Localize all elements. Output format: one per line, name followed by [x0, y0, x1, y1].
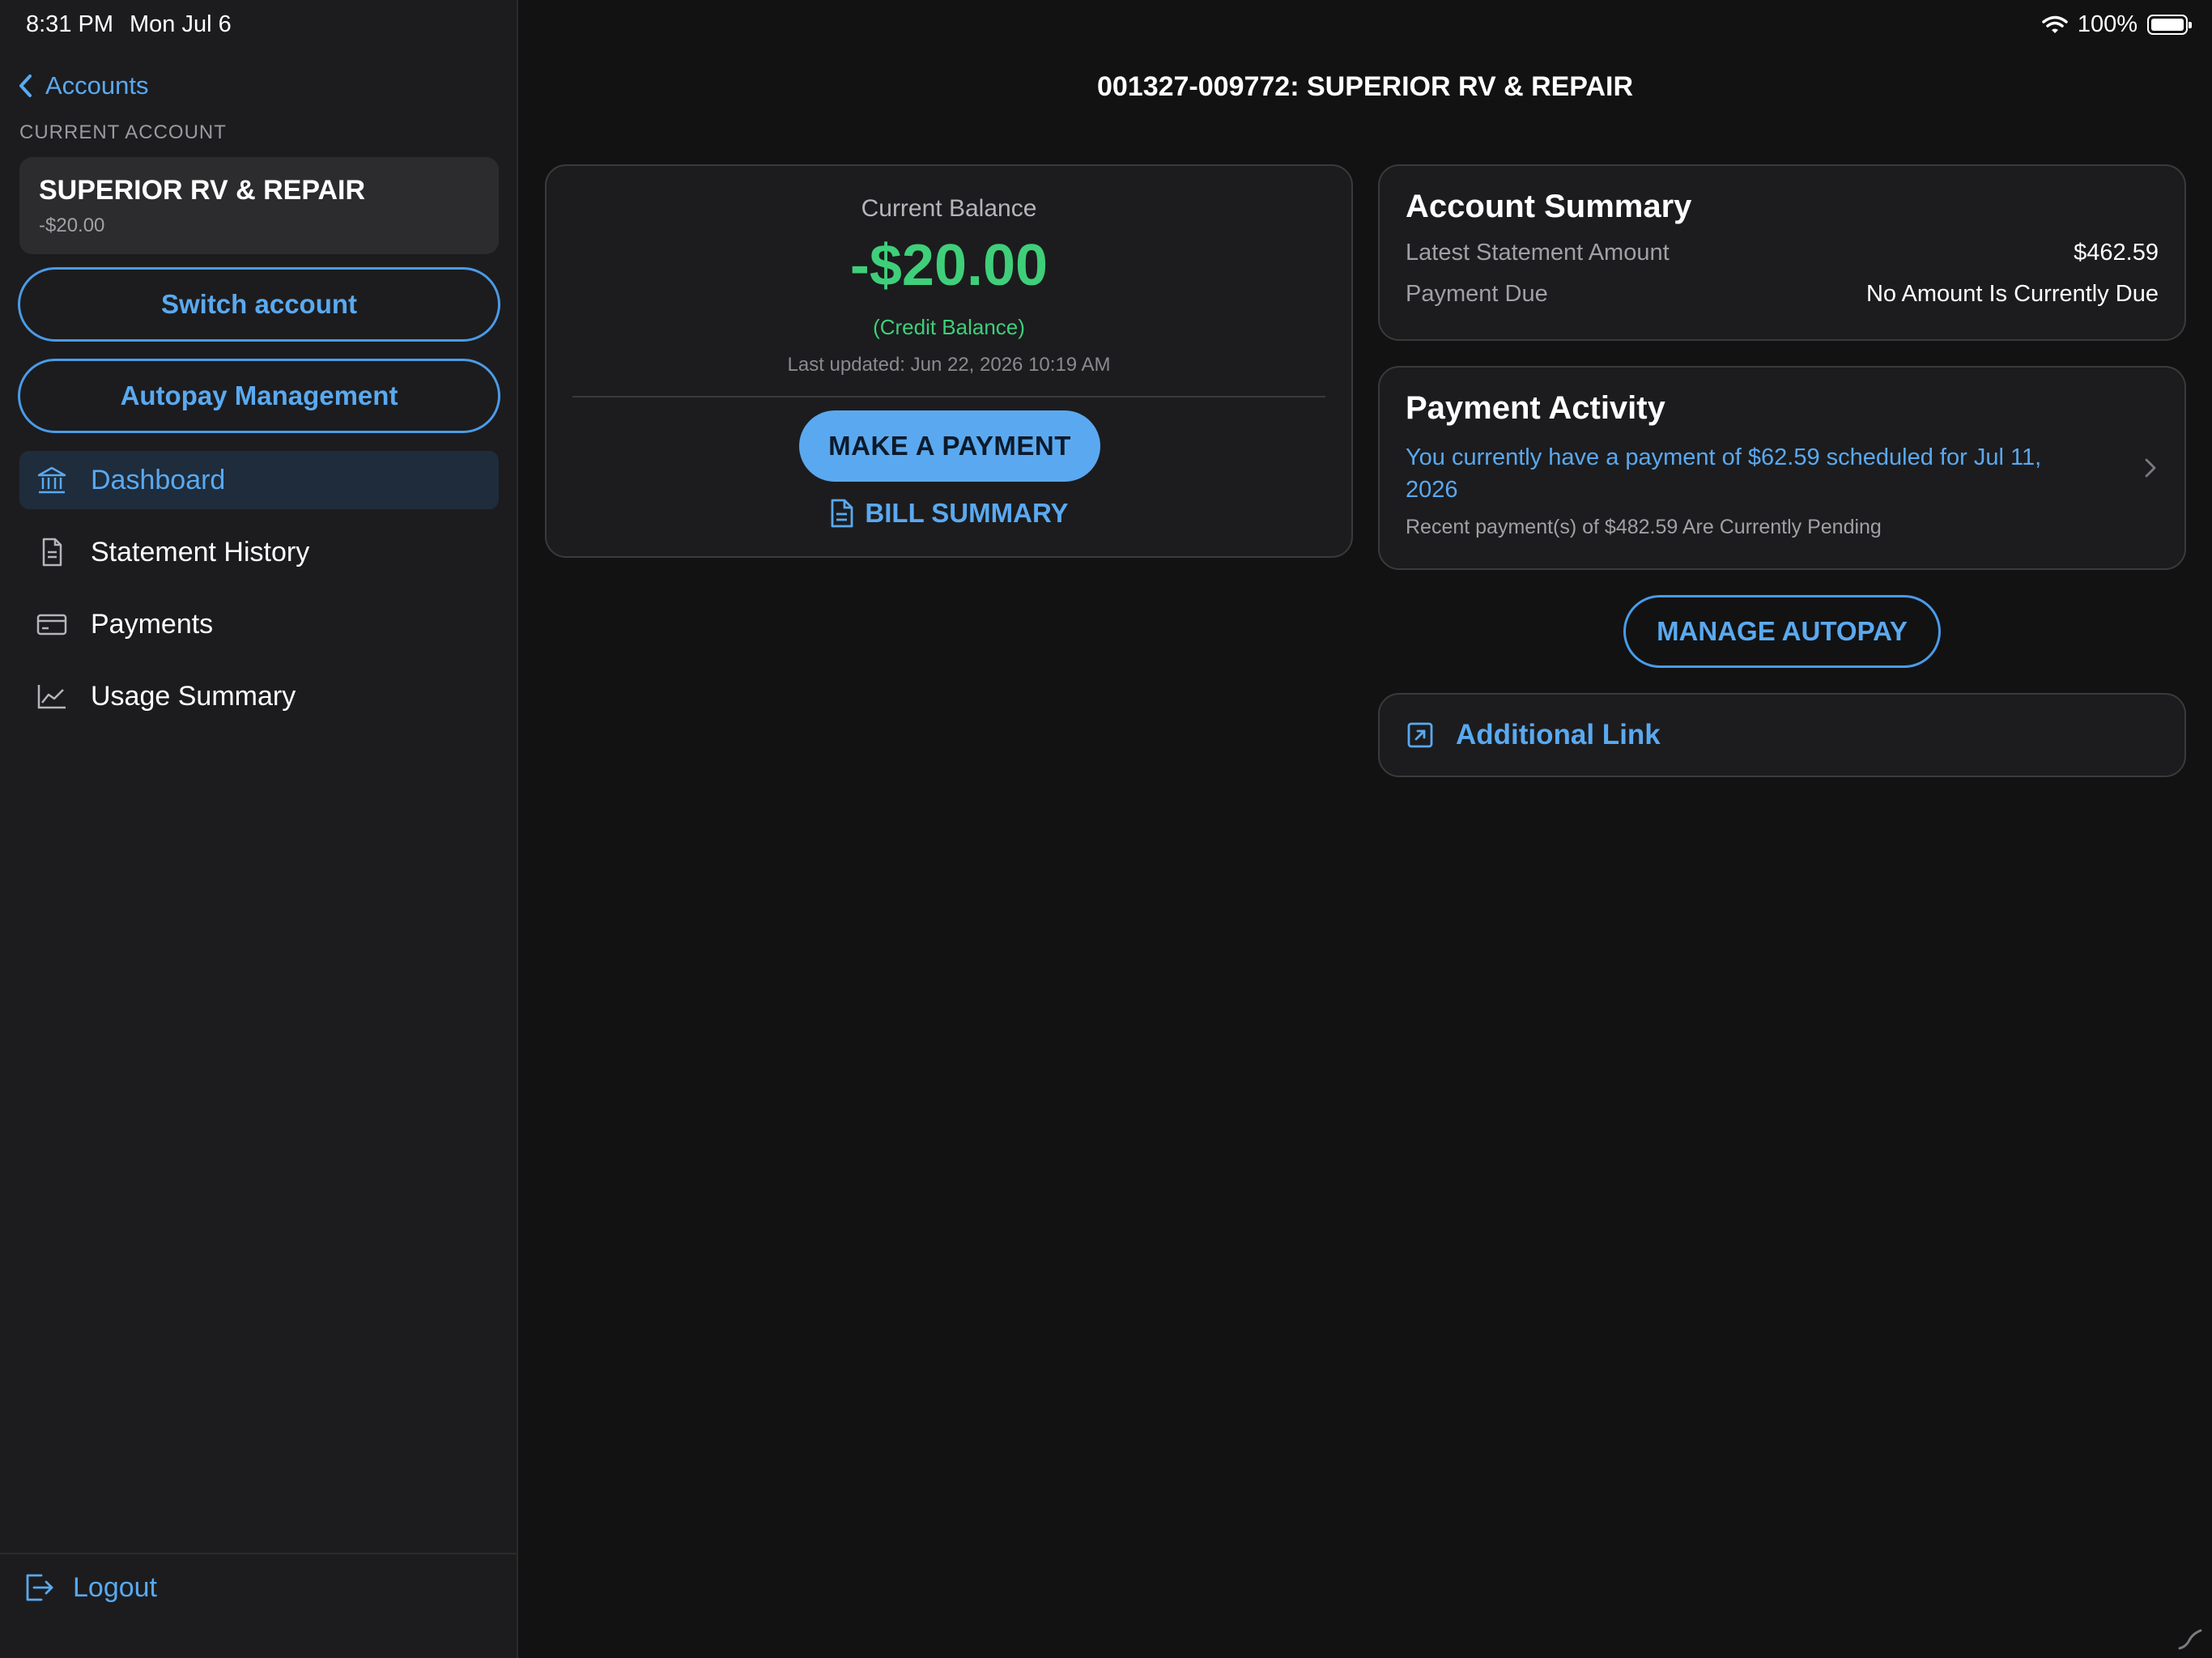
payment-activity-card[interactable]: Payment Activity You currently have a pa…: [1378, 366, 2186, 570]
payment-due-value: No Amount Is Currently Due: [1865, 281, 2159, 307]
bill-summary-label: BILL SUMMARY: [865, 498, 1069, 528]
bank-icon: [34, 462, 70, 498]
current-balance-card: Current Balance -$20.00 (Credit Balance)…: [545, 164, 1353, 558]
sidebar-item-label: Usage Summary: [91, 680, 296, 712]
status-date: Mon Jul 6: [130, 11, 232, 37]
payment-activity-heading: Payment Activity: [1406, 390, 1665, 426]
document-icon: [34, 534, 70, 570]
back-to-accounts-link[interactable]: Accounts: [18, 71, 149, 100]
credit-balance-note: (Credit Balance): [873, 315, 1025, 339]
back-label: Accounts: [45, 71, 149, 100]
sidebar-item-payments[interactable]: Payments: [19, 595, 499, 653]
status-bar-clock: 8:31 PM Mon Jul 6: [26, 11, 232, 38]
manage-autopay-button[interactable]: MANAGE AUTOPAY: [1623, 595, 1941, 668]
status-time: 8:31 PM: [26, 11, 113, 37]
wifi-icon: [2042, 15, 2068, 33]
current-account-card: SUPERIOR RV & REPAIR -$20.00: [19, 157, 499, 254]
last-updated-text: Last updated: Jun 22, 2026 10:19 AM: [787, 354, 1111, 376]
account-name: SUPERIOR RV & REPAIR: [39, 175, 366, 206]
sidebar-item-usage-summary[interactable]: Usage Summary: [19, 667, 499, 725]
latest-statement-label: Latest Statement Amount: [1406, 240, 1670, 266]
additional-link-label: Additional Link: [1456, 719, 1661, 750]
chevron-left-icon: [19, 74, 32, 97]
latest-statement-row: Latest Statement Amount $462.59: [1406, 240, 2159, 266]
resize-handle-icon: [2178, 1629, 2202, 1650]
divider: [572, 396, 1325, 397]
sidebar-item-statement-history[interactable]: Statement History: [19, 523, 499, 581]
additional-link-card[interactable]: Additional Link: [1378, 693, 2186, 777]
credit-card-icon: [34, 606, 70, 642]
logout-button[interactable]: Logout: [21, 1571, 157, 1605]
pending-payment-text: Recent payment(s) of $482.59 Are Current…: [1406, 516, 1882, 538]
document-icon: [832, 499, 853, 528]
sidebar-item-label: Statement History: [91, 536, 310, 568]
logout-icon: [26, 1574, 53, 1601]
current-account-label: CURRENT ACCOUNT: [19, 121, 227, 143]
external-link-icon: [1407, 722, 1433, 748]
current-balance-label: Current Balance: [861, 195, 1037, 222]
sidebar-item-dashboard[interactable]: Dashboard: [19, 451, 499, 509]
payment-due-label: Payment Due: [1406, 281, 1548, 307]
payment-due-row: Payment Due No Amount Is Currently Due: [1406, 281, 2159, 308]
chevron-right-icon: [2145, 458, 2156, 478]
account-balance: -$20.00: [39, 215, 105, 236]
account-summary-card: Account Summary Latest Statement Amount …: [1378, 164, 2186, 341]
battery-percent: 100%: [2077, 11, 2138, 37]
sidebar-divider: [0, 1553, 518, 1554]
autopay-management-button[interactable]: Autopay Management: [18, 359, 500, 433]
page-title: 001327-009772: SUPERIOR RV & REPAIR: [1096, 71, 1634, 102]
latest-statement-value: $462.59: [2074, 240, 2159, 266]
current-balance-amount: -$20.00: [849, 233, 1049, 298]
chart-line-icon: [34, 678, 70, 714]
scheduled-payment-text: You currently have a payment of $62.59 s…: [1406, 444, 2042, 503]
status-bar-indicators: 100%: [2042, 11, 2192, 38]
make-payment-button[interactable]: MAKE A PAYMENT: [799, 410, 1100, 482]
switch-account-button[interactable]: Switch account: [18, 267, 500, 342]
sidebar: Accounts CURRENT ACCOUNT SUPERIOR RV & R…: [0, 0, 518, 1658]
battery-icon: [2147, 15, 2192, 35]
account-summary-heading: Account Summary: [1406, 189, 1692, 224]
sidebar-item-label: Payments: [91, 608, 214, 640]
bill-summary-link[interactable]: BILL SUMMARY: [547, 498, 1351, 529]
sidebar-item-label: Dashboard: [91, 464, 226, 495]
logout-label: Logout: [73, 1571, 157, 1603]
